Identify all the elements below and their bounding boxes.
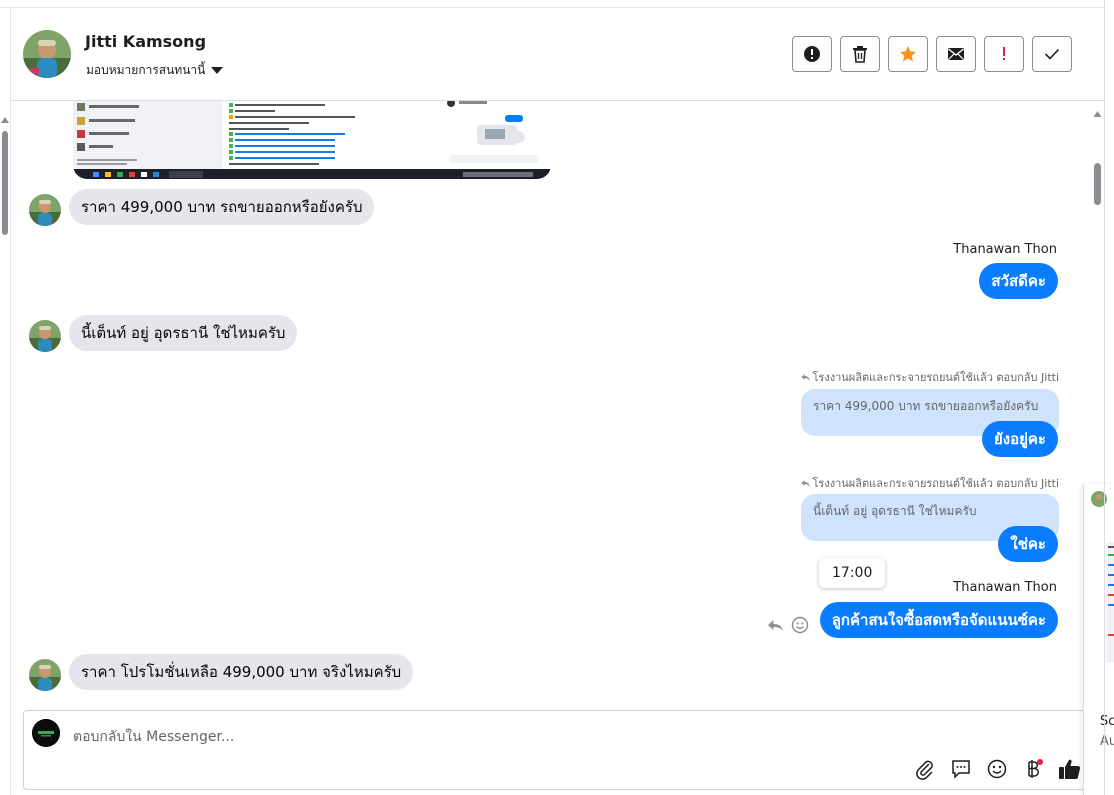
star-button[interactable] <box>888 36 928 72</box>
caret-down-icon <box>211 67 224 74</box>
emoji-icon[interactable] <box>986 758 1008 780</box>
contact-avatar[interactable] <box>23 30 71 78</box>
timestamp-tooltip: 17:00 <box>819 558 886 588</box>
exclamation-icon <box>1003 47 1005 60</box>
assign-conversation-dropdown[interactable]: มอบหมายการสนทนานี้ <box>86 61 224 80</box>
exclamation-circle-icon <box>804 46 820 62</box>
paperclip-icon[interactable] <box>914 758 936 780</box>
delete-button[interactable] <box>840 36 880 72</box>
conversation-header: Jitti Kamsong มอบหมายการสนทนานี้ <box>11 8 1104 101</box>
spam-button[interactable] <box>984 36 1024 72</box>
reply-composer[interactable]: ตอบกลับใน Messenger... <box>23 710 1092 790</box>
contact-name[interactable]: Jitti Kamsong <box>85 32 206 51</box>
trash-icon <box>853 46 867 63</box>
contact-avatar-small[interactable] <box>29 194 61 226</box>
done-button[interactable] <box>1032 36 1072 72</box>
mark-unread-button[interactable] <box>936 36 976 72</box>
reply-input[interactable]: ตอบกลับใน Messenger... <box>73 726 234 748</box>
contact-avatar-small[interactable] <box>29 659 61 691</box>
side-panel-line1: Sc <box>1100 714 1114 729</box>
reply-header-text: โรงงานผลิตและกระจายรถยนต์ใช้แล้ว ตอบกลับ… <box>812 371 1059 384</box>
contact-avatar-small[interactable] <box>29 320 61 352</box>
conversation-actions <box>792 36 1072 72</box>
sender-name: Thanawan Thon <box>953 242 1057 257</box>
message-thread[interactable]: ราคา 499,000 บาท รถขายออกหรือยังครับ Tha… <box>11 101 1091 708</box>
attached-screenshot-image[interactable] <box>73 101 551 179</box>
report-button[interactable] <box>792 36 832 72</box>
message-outgoing[interactable]: สวัสดีคะ <box>979 263 1058 299</box>
composer-toolbar <box>914 758 1082 780</box>
message-incoming[interactable]: นี้เต็นท์ อยู่ อุดรธานี ใช่ไหมครับ <box>69 315 298 351</box>
envelope-icon <box>948 48 964 60</box>
saved-reply-icon[interactable] <box>950 758 972 780</box>
star-icon <box>900 46 916 62</box>
checkmark-icon <box>1044 48 1060 60</box>
side-panel-line2: Au <box>1100 734 1114 749</box>
message-outgoing[interactable]: ลูกค้าสนใจซื้อสดหรือจัดแนนซ์คะ <box>819 602 1058 638</box>
react-emoji-icon[interactable] <box>791 616 809 634</box>
assign-label: มอบหมายการสนทนานี้ <box>86 63 206 77</box>
reply-header: โรงงานผลิตและกระจายรถยนต์ใช้แล้ว ตอบกลับ… <box>801 474 1059 492</box>
thumbs-up-icon[interactable] <box>1058 758 1082 780</box>
baht-icon[interactable] <box>1022 758 1044 780</box>
message-outgoing[interactable]: ยังอยู่คะ <box>981 421 1058 457</box>
reply-header-text: โรงงานผลิตและกระจายรถยนต์ใช้แล้ว ตอบกลับ… <box>812 477 1059 490</box>
page-avatar <box>32 719 60 747</box>
sender-name: Thanawan Thon <box>953 580 1057 595</box>
reply-arrow-icon <box>801 479 810 487</box>
reply-icon[interactable] <box>767 617 785 633</box>
message-incoming[interactable]: ราคา 499,000 บาท รถขายออกหรือยังครับ <box>69 189 375 225</box>
message-hover-tools <box>767 616 809 634</box>
message-incoming[interactable]: ราคา โปรโมชั่นเหลือ 499,000 บาท จริงไหมค… <box>69 654 414 690</box>
reply-header: โรงงานผลิตและกระจายรถยนต์ใช้แล้ว ตอบกลับ… <box>801 368 1059 386</box>
side-preview-panel[interactable]: Sc Au <box>1083 484 1114 795</box>
reply-arrow-icon <box>801 373 810 381</box>
right-divider <box>1104 0 1105 795</box>
message-outgoing[interactable]: ใช่คะ <box>998 526 1058 562</box>
left-scrollbar[interactable] <box>0 101 10 708</box>
inbox-conversation-view: Jitti Kamsong มอบหมายการสนทนานี้ ราคา 49… <box>0 0 1114 795</box>
top-strip <box>0 0 1104 8</box>
